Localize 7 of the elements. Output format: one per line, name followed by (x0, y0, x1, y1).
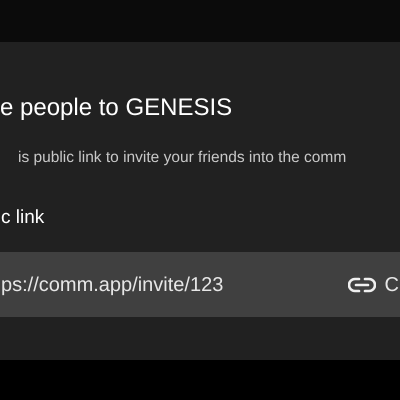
link-icon[interactable] (348, 276, 376, 292)
copy-button[interactable]: C (384, 270, 399, 300)
section-label: c link (1, 206, 46, 230)
invite-url: ps://comm.app/invite/123 (1, 272, 224, 298)
dialog-description: is public link to invite your friends into the comm (18, 148, 348, 168)
invite-link-field[interactable]: ps://comm.app/invite/123 C (0, 252, 400, 317)
dialog-title: e people to GENESIS (0, 94, 234, 122)
